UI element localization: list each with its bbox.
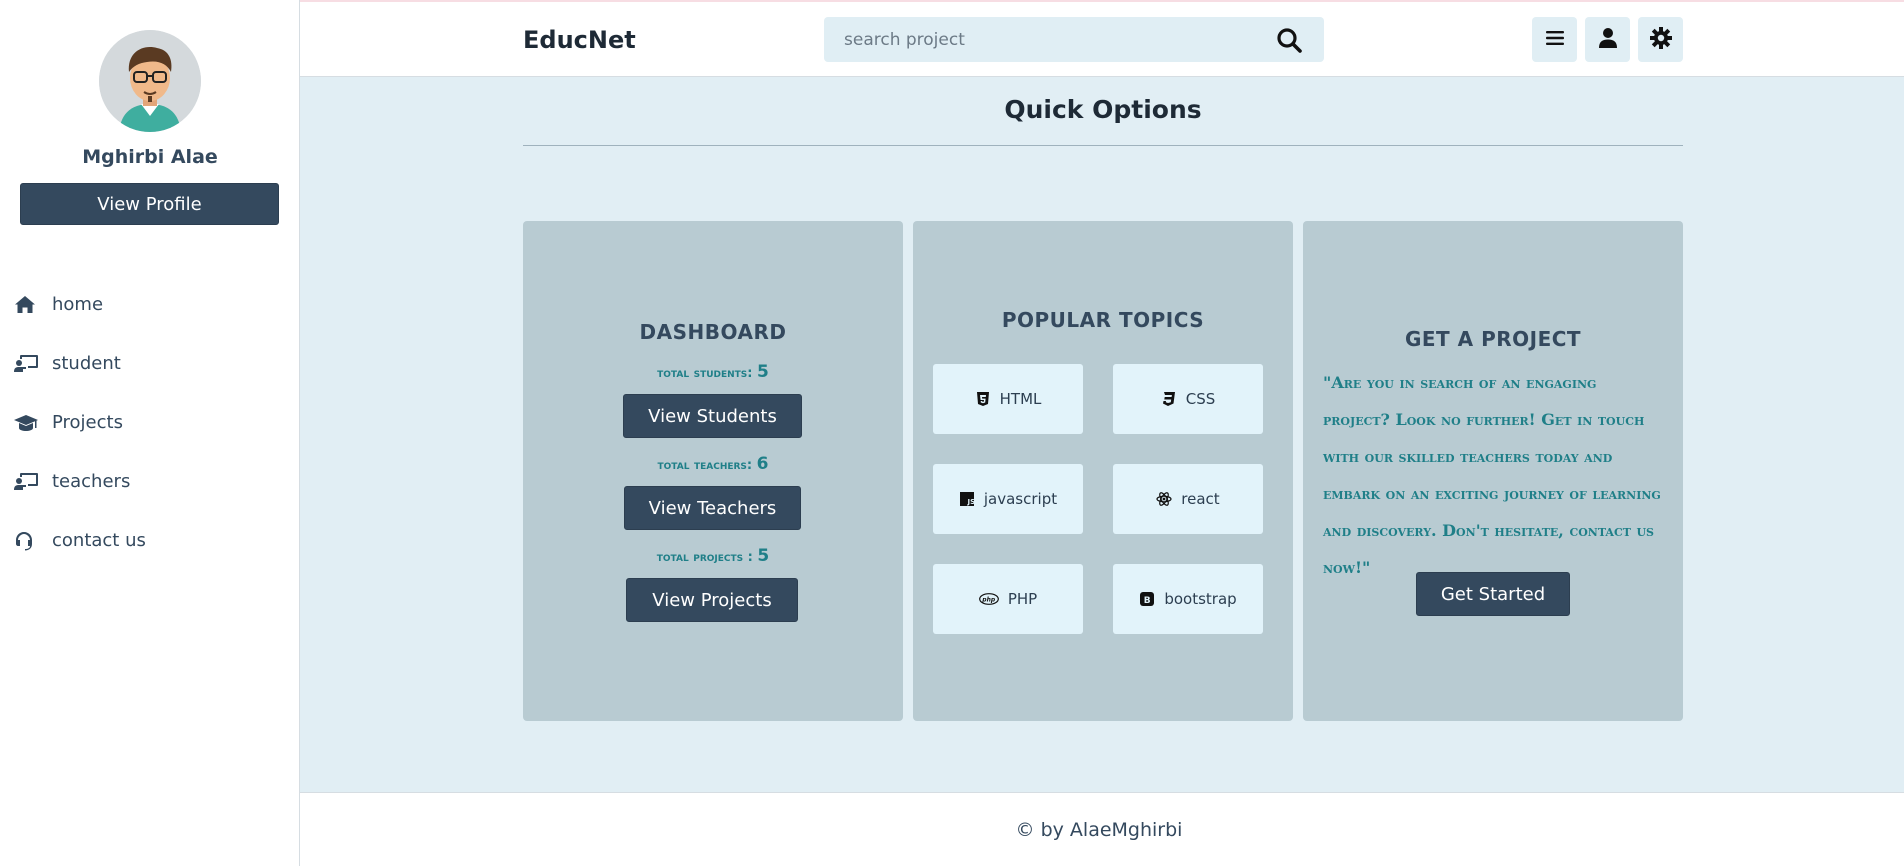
get-project-card: GET A PROJECT "Are you in search of an e… [1303, 221, 1683, 721]
svg-text:php: php [981, 596, 996, 603]
total-students-value: 5 [757, 362, 769, 382]
view-profile-button[interactable]: View Profile [20, 183, 279, 225]
settings-button[interactable] [1638, 17, 1683, 62]
react-icon [1156, 491, 1172, 507]
topic-bootstrap[interactable]: B bootstrap [1113, 564, 1263, 634]
view-students-button[interactable]: View Students [623, 394, 802, 438]
get-started-button[interactable]: Get Started [1416, 572, 1570, 616]
css3-icon [1161, 391, 1177, 407]
sidebar-item-label: student [52, 353, 121, 374]
sidebar-item-projects[interactable]: Projects [0, 393, 300, 452]
sidebar-item-teachers[interactable]: teachers [0, 452, 300, 511]
brand-logo[interactable]: EducNet [523, 26, 636, 54]
user-button[interactable] [1585, 17, 1630, 62]
search-icon[interactable] [1264, 17, 1314, 62]
headset-icon [14, 530, 40, 552]
sidebar-item-student[interactable]: student [0, 334, 300, 393]
topic-css[interactable]: CSS [1113, 364, 1263, 434]
title-divider [523, 145, 1683, 146]
page-title: Quick Options [1004, 95, 1202, 124]
topic-label: javascript [983, 490, 1058, 508]
sidebar-item-label: teachers [52, 471, 131, 492]
home-icon [14, 294, 40, 316]
topic-react[interactable]: react [1113, 464, 1263, 534]
topic-label: HTML [999, 390, 1042, 408]
html5-icon [975, 391, 991, 407]
topic-html[interactable]: HTML [933, 364, 1083, 434]
settings-icon [1649, 26, 1672, 53]
view-projects-button[interactable]: View Projects [626, 578, 798, 622]
bootstrap-icon: B [1139, 591, 1155, 607]
svg-text:B: B [1144, 596, 1151, 606]
sidebar-item-label: Projects [52, 412, 123, 433]
svg-text:JS: JS [966, 498, 974, 506]
topic-php[interactable]: php PHP [933, 564, 1083, 634]
sidebar-item-label: home [52, 294, 104, 315]
menu-button[interactable] [1532, 17, 1577, 62]
popular-topics-card: POPULAR TOPICS HTML CSS JS javascript re… [913, 221, 1293, 721]
popular-topics-title: POPULAR TOPICS [1001, 308, 1205, 332]
total-teachers-value: 6 [756, 454, 769, 474]
search-input[interactable] [824, 17, 1264, 62]
search-bar [824, 17, 1324, 62]
total-teachers-label: total teachers: [657, 458, 757, 473]
dashboard-title: DASHBOARD [639, 320, 787, 344]
topic-label: bootstrap [1164, 590, 1237, 608]
menu-icon [1545, 30, 1564, 50]
project-quote: "Are you in search of an engaging projec… [1323, 373, 1661, 577]
sidebar-item-contact-us[interactable]: contact us [0, 511, 300, 570]
profile-name: Mghirbi Alae [82, 146, 218, 168]
js-icon: JS [959, 491, 975, 507]
php-icon: php [978, 591, 999, 607]
total-teachers-stat: total teachers: 6 [523, 454, 903, 474]
total-students-stat: total students: 5 [523, 362, 903, 382]
topic-javascript[interactable]: JS javascript [933, 464, 1083, 534]
graduation-cap-icon [14, 412, 40, 434]
total-projects-stat: total projects : 5 [523, 546, 903, 566]
user-icon [1598, 27, 1617, 52]
dashboard-card: DASHBOARD total students: 5 View Student… [523, 221, 903, 721]
get-project-title: GET A PROJECT [1404, 327, 1582, 351]
sidebar-nav: home student Projects teachers contact u… [0, 275, 300, 570]
footer: © by AlaeMghirbi [300, 792, 1904, 866]
avatar [99, 30, 201, 132]
main-content: Quick Options DASHBOARD total students: … [300, 77, 1904, 792]
chalkboard-user-icon [14, 353, 40, 375]
sidebar: Mghirbi Alae View Profile home student P… [0, 0, 300, 866]
chalkboard-teacher-icon [14, 471, 40, 493]
sidebar-item-label: contact us [52, 530, 146, 551]
sidebar-item-home[interactable]: home [0, 275, 300, 334]
top-header: EducNet [300, 0, 1904, 77]
topic-label: react [1181, 490, 1220, 508]
footer-credit: © by AlaeMghirbi [1015, 818, 1183, 841]
total-projects-value: 5 [757, 546, 770, 566]
topic-label: PHP [1007, 590, 1038, 608]
view-teachers-button[interactable]: View Teachers [624, 486, 801, 530]
topic-label: CSS [1185, 390, 1216, 408]
total-students-label: total students: [657, 366, 758, 381]
total-projects-label: total projects : [656, 550, 758, 565]
